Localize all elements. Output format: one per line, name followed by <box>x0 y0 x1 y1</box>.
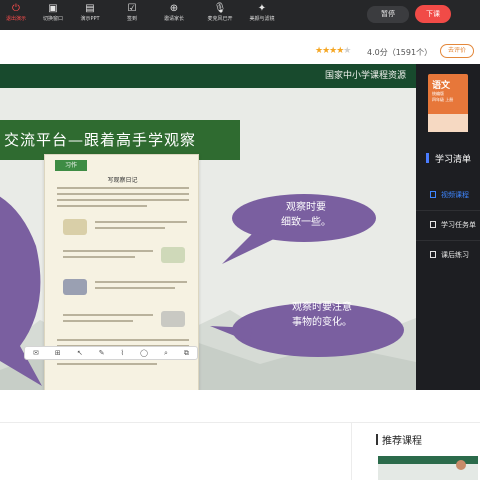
text-line <box>57 339 189 341</box>
beauty-filter-icon: ✦ <box>257 3 267 14</box>
bubble-bottom-text: 观察时要注意 事物的变化。 <box>292 302 352 328</box>
end-class-button[interactable]: 下课 <box>415 5 451 23</box>
comment-area <box>0 422 352 480</box>
cover-subtitle: 统编版 四年级 上册 <box>432 91 454 102</box>
text-line <box>63 314 153 316</box>
panel-divider <box>416 210 480 211</box>
present-ppt-button[interactable]: ▤ 演示PPT <box>68 3 112 23</box>
slide-header: 国家中小学课程资源 <box>0 64 416 88</box>
text-line <box>95 221 187 223</box>
copy-icon[interactable]: ⧉ <box>184 349 189 358</box>
study-list-title: 学习清单 <box>426 152 471 165</box>
text-line <box>57 363 157 365</box>
text-line <box>57 199 189 201</box>
invite-parent-icon: ⊕ <box>169 3 179 14</box>
microphone-icon: 🎙 <box>213 3 227 14</box>
sign-in-icon: ☑ <box>127 3 137 14</box>
video-course-icon <box>430 191 436 198</box>
top-toolbar: ⏻ 退出演示 ▣ 切换窗口 ▤ 演示PPT ☑ 签到 ⊕ 邀请家长 🎙 麦克风已… <box>0 0 480 30</box>
course-panel: 语文 统编版 四年级 上册 学习清单 视频课程 学习任务单 课后练习 <box>416 64 480 390</box>
panel-item-homework[interactable]: 课后练习 <box>430 250 469 260</box>
rate-button[interactable]: 去评价 <box>440 44 474 58</box>
zoom-icon[interactable]: ⌕ <box>164 349 168 358</box>
task-sheet-icon <box>430 221 436 228</box>
panel-item-video-course[interactable]: 视频课程 <box>430 190 469 200</box>
text-line <box>57 193 189 195</box>
sign-in-button[interactable]: ☑ 签到 <box>110 3 154 23</box>
pointer-icon[interactable]: ↖ <box>77 349 83 357</box>
marker-icon[interactable]: ⌇ <box>121 349 124 357</box>
book-tag: 习作 <box>55 160 87 171</box>
text-line <box>95 287 175 289</box>
text-line <box>95 227 165 229</box>
illustration-sprout <box>63 219 87 235</box>
invite-parent-button[interactable]: ⊕ 邀请家长 <box>152 3 196 23</box>
text-line <box>57 187 189 189</box>
text-line <box>63 320 133 322</box>
recommend-thumbnail[interactable] <box>378 456 478 480</box>
illustration-plant <box>161 247 185 263</box>
bottom-section: 推荐课程 <box>0 390 480 480</box>
cover-band <box>428 114 468 132</box>
mail-icon[interactable]: ✉ <box>33 349 39 357</box>
illustration-snail <box>63 279 87 295</box>
text-line <box>95 281 187 283</box>
rating-score: 4.0分（1591个） <box>367 48 433 57</box>
bubble-top-text: 观察时要 细致一些。 <box>281 202 331 228</box>
illustration-cow <box>161 311 185 327</box>
rating-bar: ★★★★★ 4.0分（1591个） 去评价 <box>0 30 480 64</box>
text-line <box>63 250 153 252</box>
grid-icon[interactable]: ⊞ <box>55 349 61 357</box>
recommend-title: 推荐课程 <box>376 432 422 447</box>
pause-button[interactable]: 暂停 <box>367 6 409 23</box>
rating-stars: ★★★★★ <box>315 46 351 56</box>
textbook-cover[interactable]: 语文 统编版 四年级 上册 <box>428 74 468 132</box>
book-toolbar: ✉ ⊞ ↖ ✎ ⌇ ◯ ⌕ ⧉ <box>24 346 198 360</box>
panel-item-task-sheet[interactable]: 学习任务单 <box>430 220 476 230</box>
teacher-avatar <box>456 460 466 470</box>
live-class-window: ⏻ 退出演示 ▣ 切换窗口 ▤ 演示PPT ☑ 签到 ⊕ 邀请家长 🎙 麦克风已… <box>0 0 480 480</box>
panel-divider <box>416 240 480 241</box>
brand-label: 国家中小学课程资源 <box>324 71 406 81</box>
star-icon: ★★★★ <box>315 46 344 56</box>
pen-icon[interactable]: ✎ <box>99 349 105 357</box>
accent-bar <box>426 153 429 163</box>
book-title: 写观察日记 <box>107 177 138 184</box>
text-line <box>57 205 147 207</box>
star-empty-icon: ★ <box>343 46 351 56</box>
accent-bar <box>376 434 378 445</box>
beauty-filter-button[interactable]: ✦ 美颜与滤镜 <box>240 3 284 23</box>
homework-icon <box>430 251 436 258</box>
shape-icon[interactable]: ◯ <box>140 349 148 357</box>
ppt-icon: ▤ <box>85 3 95 14</box>
microphone-button[interactable]: 🎙 麦克风已开 <box>198 3 242 23</box>
text-line <box>63 256 135 258</box>
video-player[interactable]: 国家中小学课程资源 交流平台—跟着高手学观察 习作 写观察日记 ✉ ⊞ ↖ ✎ … <box>0 64 416 390</box>
